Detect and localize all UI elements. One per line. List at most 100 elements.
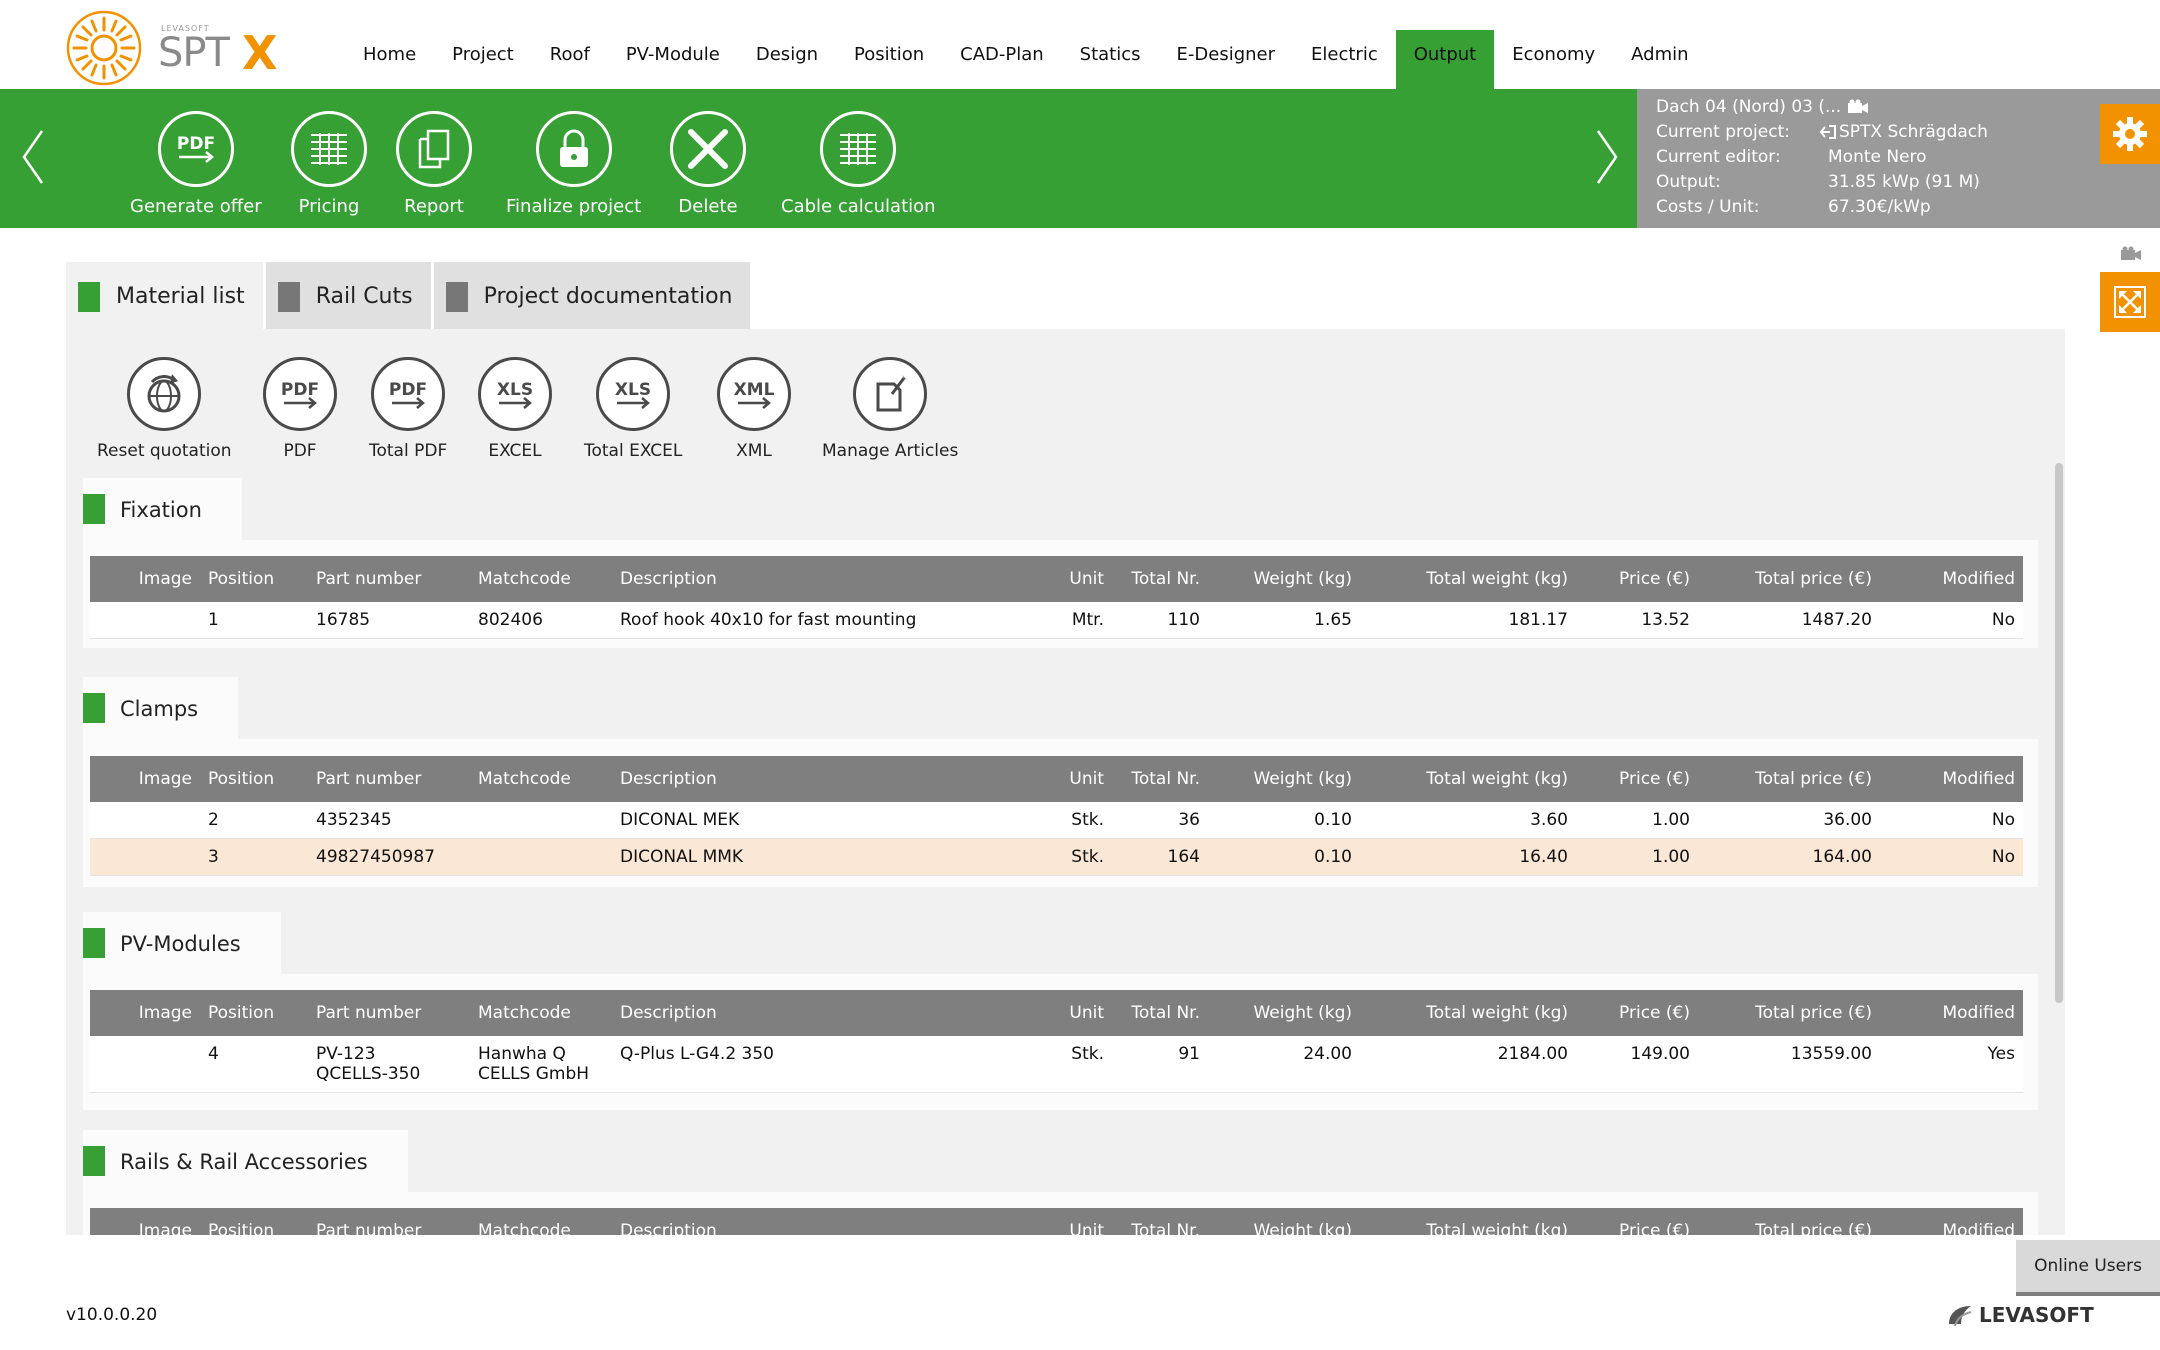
col-total-nr[interactable]: Total Nr. (1112, 990, 1208, 1036)
col-matchcode[interactable]: Matchcode (470, 756, 612, 802)
chevron-left-icon[interactable] (18, 127, 48, 187)
settings-tab[interactable] (2100, 104, 2160, 164)
nav-statics[interactable]: Statics (1062, 30, 1159, 89)
col-matchcode[interactable]: Matchcode (470, 990, 612, 1036)
col-price[interactable]: Price (€) (1576, 990, 1698, 1036)
nav-electric[interactable]: Electric (1293, 30, 1396, 89)
pricing-button[interactable]: Pricing (291, 111, 367, 217)
current-project-value[interactable]: SPTX Schrägdach (1839, 122, 1988, 147)
col-part-number[interactable]: Part number (308, 756, 470, 802)
col-part-number[interactable]: Part number (308, 990, 470, 1036)
nav-roof[interactable]: Roof (532, 30, 608, 89)
col-position[interactable]: Position (200, 756, 308, 802)
col-total-price[interactable]: Total price (€) (1698, 556, 1880, 602)
tab-rail-cuts[interactable]: Rail Cuts (265, 262, 431, 329)
col-price[interactable]: Price (€) (1576, 556, 1698, 602)
col-total-weight[interactable]: Total weight (kg) (1360, 990, 1576, 1036)
col-price[interactable]: Price (€) (1576, 1208, 1698, 1235)
col-modified[interactable]: Modified (1880, 1208, 2023, 1235)
nav-cad-plan[interactable]: CAD-Plan (942, 30, 1062, 89)
col-modified[interactable]: Modified (1880, 756, 2023, 802)
generate-offer-button[interactable]: PDF Generate offer (130, 111, 262, 217)
cell-total-nr: 36 (1112, 802, 1208, 839)
report-button[interactable]: Report (396, 111, 472, 217)
col-weight[interactable]: Weight (kg) (1208, 1208, 1360, 1235)
nav-economy[interactable]: Economy (1494, 30, 1613, 89)
reset-quotation-button[interactable]: Reset quotation (97, 357, 232, 461)
pdf-button[interactable]: PDF PDF (263, 357, 337, 461)
tab-indicator (78, 282, 100, 312)
total-pdf-button[interactable]: PDF Total PDF (369, 357, 447, 461)
col-image[interactable]: Image (90, 990, 200, 1036)
nav-pv-module[interactable]: PV-Module (608, 30, 738, 89)
col-total-weight[interactable]: Total weight (kg) (1360, 756, 1576, 802)
cable-calculation-label: Cable calculation (781, 196, 936, 217)
col-description[interactable]: Description (612, 756, 1042, 802)
nav-home[interactable]: Home (345, 30, 434, 89)
fullscreen-tab[interactable] (2100, 272, 2160, 332)
col-description[interactable]: Description (612, 556, 1042, 602)
col-total-nr[interactable]: Total Nr. (1112, 556, 1208, 602)
col-weight[interactable]: Weight (kg) (1208, 756, 1360, 802)
nav-project[interactable]: Project (434, 30, 532, 89)
col-description[interactable]: Description (612, 1208, 1042, 1235)
pricing-list-icon (311, 133, 347, 165)
delete-button[interactable]: Delete (670, 111, 746, 217)
col-position[interactable]: Position (200, 1208, 308, 1235)
col-unit[interactable]: Unit (1042, 1208, 1112, 1235)
col-total-weight[interactable]: Total weight (kg) (1360, 556, 1576, 602)
cell-modified: No (1880, 802, 2023, 839)
camera-icon[interactable] (2120, 246, 2142, 262)
col-position[interactable]: Position (200, 990, 308, 1036)
col-image[interactable]: Image (90, 1208, 200, 1235)
tab-project-documentation[interactable]: Project documentation (433, 262, 751, 329)
table-row[interactable]: 4 PV-123 QCELLS-350 Hanwha Q CELLS GmbH … (90, 1036, 2023, 1093)
chevron-right-icon[interactable] (1592, 127, 1622, 187)
nav-output[interactable]: Output (1395, 30, 1495, 89)
col-total-nr[interactable]: Total Nr. (1112, 1208, 1208, 1235)
table-row[interactable]: 3 49827450987 DICONAL MMK Stk. 164 0.10 … (90, 838, 2023, 876)
finalize-project-button[interactable]: Finalize project (506, 111, 641, 217)
col-image[interactable]: Image (90, 556, 200, 602)
nav-admin[interactable]: Admin (1613, 30, 1706, 89)
col-unit[interactable]: Unit (1042, 756, 1112, 802)
nav-design[interactable]: Design (738, 30, 836, 89)
app-logo[interactable]: LEVASOFT SPT X (66, 10, 277, 86)
tab-material-list[interactable]: Material list (66, 262, 263, 329)
col-matchcode[interactable]: Matchcode (470, 1208, 612, 1235)
col-modified[interactable]: Modified (1880, 556, 2023, 602)
col-unit[interactable]: Unit (1042, 556, 1112, 602)
current-editor-value: Monte Nero (1828, 147, 1927, 167)
manage-articles-button[interactable]: Manage Articles (822, 357, 958, 461)
table-row[interactable]: 2 4352345 DICONAL MEK Stk. 36 0.10 3.60 … (90, 802, 2023, 839)
col-weight[interactable]: Weight (kg) (1208, 556, 1360, 602)
col-price[interactable]: Price (€) (1576, 756, 1698, 802)
col-total-price[interactable]: Total price (€) (1698, 1208, 1880, 1235)
nav-position[interactable]: Position (836, 30, 942, 89)
col-total-price[interactable]: Total price (€) (1698, 990, 1880, 1036)
total-excel-button[interactable]: XLS Total EXCEL (584, 357, 682, 461)
col-position[interactable]: Position (200, 556, 308, 602)
expand-icon (2114, 286, 2146, 318)
col-description[interactable]: Description (612, 990, 1042, 1036)
cell-position: 3 (200, 838, 308, 876)
col-part-number[interactable]: Part number (308, 556, 470, 602)
nav-e-designer[interactable]: E-Designer (1159, 30, 1294, 89)
col-total-weight[interactable]: Total weight (kg) (1360, 1208, 1576, 1235)
camera-icon[interactable] (1847, 99, 1869, 115)
col-total-price[interactable]: Total price (€) (1698, 756, 1880, 802)
section-header: PV-Modules (83, 912, 281, 974)
panel-scrollbar[interactable] (2055, 463, 2063, 1003)
xml-button[interactable]: XML XML (717, 357, 791, 461)
col-modified[interactable]: Modified (1880, 990, 2023, 1036)
col-unit[interactable]: Unit (1042, 990, 1112, 1036)
cable-calculation-button[interactable]: Cable calculation (781, 111, 936, 217)
col-total-nr[interactable]: Total Nr. (1112, 756, 1208, 802)
col-weight[interactable]: Weight (kg) (1208, 990, 1360, 1036)
table-row[interactable]: 1 16785 802406 Roof hook 40x10 for fast … (90, 602, 2023, 639)
col-part-number[interactable]: Part number (308, 1208, 470, 1235)
online-users-button[interactable]: Online Users (2016, 1240, 2160, 1296)
col-image[interactable]: Image (90, 756, 200, 802)
col-matchcode[interactable]: Matchcode (470, 556, 612, 602)
excel-button[interactable]: XLS EXCEL (478, 357, 552, 461)
